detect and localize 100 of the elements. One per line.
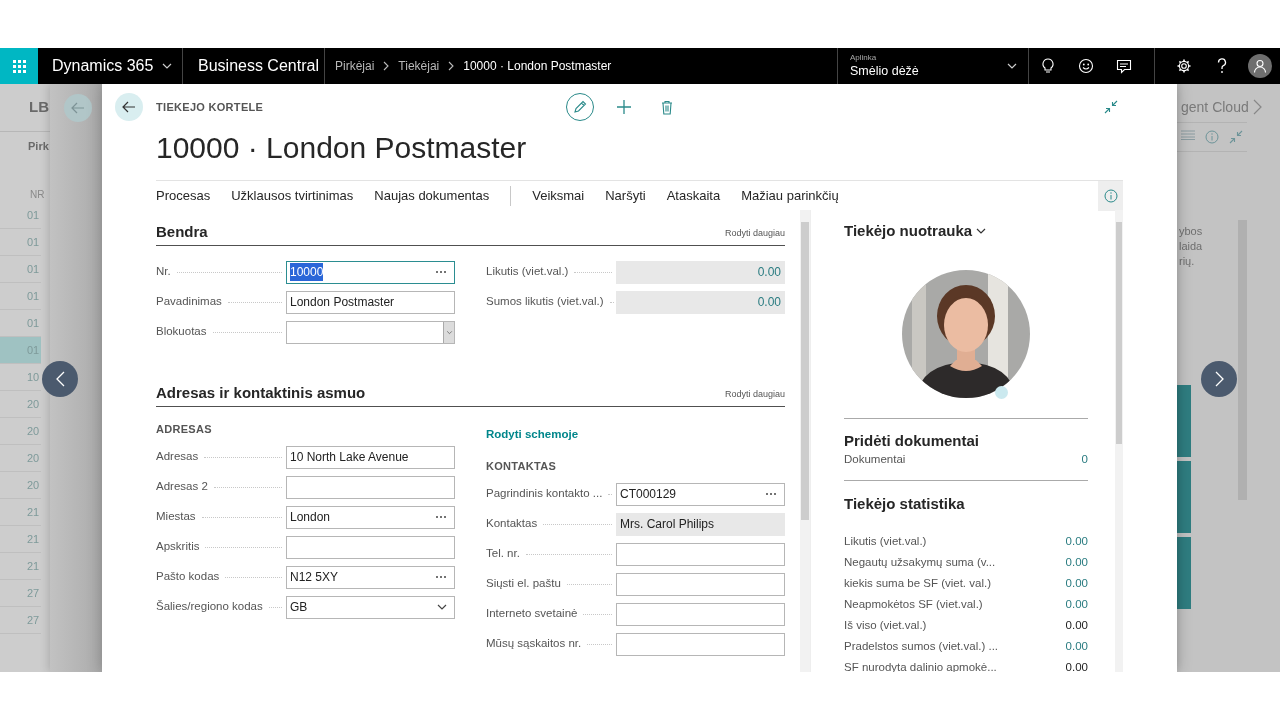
- breadcrumb-link[interactable]: 10000 · London Postmaster: [463, 57, 612, 75]
- read-only-field: Mrs. Carol Philips: [616, 512, 785, 536]
- show-more-link[interactable]: Rodyti daugiau: [724, 226, 785, 240]
- action-menu[interactable]: Naršyti: [605, 185, 646, 206]
- scrollbar[interactable]: [800, 210, 810, 672]
- breadcrumb-link[interactable]: Tiekėjai: [398, 57, 440, 75]
- lookup-field[interactable]: 10000: [286, 260, 455, 284]
- input-field[interactable]: 10 North Lake Avenue: [286, 445, 455, 469]
- ellipsis-icon: [435, 515, 447, 519]
- input-field[interactable]: [616, 632, 785, 656]
- plus-icon: [616, 99, 632, 115]
- gear-icon: [1176, 58, 1192, 74]
- field-label: Pavadinimas: [156, 294, 222, 310]
- field-label: Adresas 2: [156, 479, 208, 495]
- new-button[interactable]: [616, 99, 632, 115]
- field-label: Siųsti el. paštu: [486, 576, 561, 592]
- input-field[interactable]: [616, 602, 785, 626]
- collapse-icon: [1229, 130, 1243, 144]
- input-field[interactable]: [286, 475, 455, 499]
- field-label: Pradelstos sumos (viet.val.) ...: [844, 638, 999, 654]
- description-text: ybos: [1178, 224, 1204, 239]
- info-button[interactable]: [1098, 180, 1123, 211]
- info-icon: [1103, 188, 1118, 203]
- field-label: Nr.: [156, 264, 171, 280]
- field-label: Blokuotas: [156, 324, 207, 340]
- description-text: rių.: [1178, 254, 1196, 269]
- action-menu[interactable]: Ataskaita: [666, 185, 721, 206]
- action-menu[interactable]: Naujas dokumentas: [374, 185, 490, 206]
- edit-button[interactable]: [566, 93, 594, 121]
- app-launcher-button[interactable]: [0, 48, 38, 84]
- input-field[interactable]: [616, 542, 785, 566]
- scrollbar[interactable]: [1115, 210, 1123, 672]
- action-menu[interactable]: Procesas: [156, 185, 211, 206]
- field-label: Miestas: [156, 509, 196, 525]
- value-link[interactable]: 0.00: [1065, 553, 1088, 572]
- column-header: NR: [29, 188, 46, 202]
- action-menu[interactable]: Užklausos tvirtinimas: [231, 185, 354, 206]
- input-field[interactable]: London Postmaster: [286, 290, 455, 314]
- arrow-left-icon: [122, 101, 136, 113]
- section-title: Adresas ir kontaktinis asmuo: [156, 383, 366, 403]
- arrow-left-icon: [71, 102, 85, 114]
- factbox-title[interactable]: Tiekėjo nuotrauka: [844, 221, 973, 241]
- back-button[interactable]: [115, 93, 143, 121]
- value-link[interactable]: 0.00: [1065, 532, 1088, 551]
- amount-field: 0.00: [616, 290, 785, 314]
- action-menu[interactable]: Veiksmai: [532, 185, 585, 206]
- environment-label: Aplinka: [850, 53, 878, 63]
- show-more-link[interactable]: Rodyti daugiau: [724, 387, 785, 401]
- value-link[interactable]: 0.00: [1065, 637, 1088, 656]
- field-label: Interneto svetainė: [486, 606, 578, 622]
- tile[interactable]: [1177, 537, 1191, 609]
- lookup-field[interactable]: CT000129: [616, 482, 785, 506]
- info-icon: [1205, 130, 1219, 144]
- status-dot: [995, 386, 1008, 399]
- field-label: Pagrindinis kontakto ...: [486, 486, 603, 502]
- field-label: Dokumentai: [844, 452, 906, 468]
- field-label: Tel. nr.: [486, 546, 520, 562]
- lookup-field[interactable]: N12 5XY: [286, 565, 455, 589]
- ellipsis-icon: [435, 270, 447, 274]
- lookup-field[interactable]: London: [286, 505, 455, 529]
- map-link[interactable]: Rodyti schemoje: [486, 424, 785, 444]
- chevron-down-icon: [445, 328, 453, 336]
- pencil-icon: [573, 100, 587, 114]
- smiley-icon: [1078, 58, 1094, 74]
- field-label: Likutis (viet.val.): [844, 533, 927, 549]
- person-icon: [1253, 59, 1267, 73]
- ellipsis-icon: [435, 575, 447, 579]
- chevron-right-icon: [382, 61, 391, 71]
- action-menu[interactable]: Mažiau parinkčių: [741, 185, 839, 206]
- field-label: Iš viso (viet.val.): [844, 617, 927, 633]
- grid-icon: [12, 59, 26, 73]
- collapse-button[interactable]: [1104, 100, 1118, 114]
- field-label: kiekis suma be SF (viet. val.): [844, 575, 991, 591]
- field-label: Kontaktas: [486, 516, 538, 532]
- environment-name: Smėlio dėžė: [850, 63, 919, 79]
- input-field[interactable]: [616, 572, 785, 596]
- scrollbar[interactable]: [1238, 220, 1247, 500]
- field-label: Adresas: [156, 449, 199, 465]
- tile[interactable]: [1177, 385, 1191, 457]
- chevron-right-icon: [1252, 99, 1262, 115]
- field-label: Šalies/regiono kodas: [156, 599, 263, 615]
- chevron-right-icon: [1214, 371, 1224, 387]
- field-value: 0.00: [1065, 659, 1088, 672]
- input-field[interactable]: [286, 535, 455, 559]
- delete-button[interactable]: [661, 99, 673, 115]
- back-button[interactable]: [64, 94, 92, 122]
- value-link[interactable]: 0: [1081, 451, 1088, 469]
- trash-icon: [661, 99, 673, 115]
- tile[interactable]: [1177, 461, 1191, 533]
- section-title: Bendra: [156, 222, 208, 242]
- factbox-title[interactable]: Tiekėjo statistika: [844, 494, 1088, 514]
- dropdown-field[interactable]: GB: [286, 595, 455, 619]
- select-field[interactable]: [286, 320, 455, 344]
- field-label: Likutis (viet.val.): [486, 264, 569, 280]
- value-link[interactable]: 0.00: [1065, 595, 1088, 614]
- breadcrumb-link[interactable]: Pirkėjai: [335, 57, 375, 75]
- value-link[interactable]: 0.00: [1065, 574, 1088, 593]
- user-avatar[interactable]: [1248, 54, 1272, 78]
- factbox-title[interactable]: Pridėti dokumentai: [844, 431, 1088, 451]
- collapse-icon: [1104, 100, 1118, 114]
